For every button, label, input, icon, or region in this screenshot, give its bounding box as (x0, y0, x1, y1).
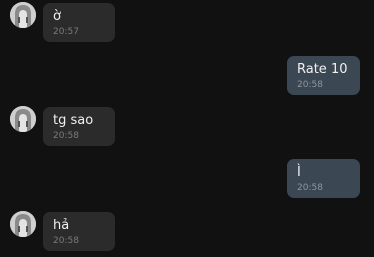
sender-avatar[interactable] (10, 2, 36, 28)
message-bubble-outgoing[interactable]: Ì 20:58 (287, 159, 360, 198)
message-timestamp: 20:58 (297, 183, 323, 193)
message-text: Rate 10 (297, 62, 348, 77)
sender-avatar[interactable] (10, 106, 36, 132)
message-timestamp: 20:58 (297, 80, 323, 90)
message-bubble-incoming[interactable]: hả 20:58 (43, 212, 115, 251)
message-bubble-incoming[interactable]: ờ 20:57 (43, 3, 115, 42)
message-timestamp: 20:58 (53, 236, 79, 246)
user-avatar-icon (10, 211, 36, 237)
message-text: tg sao (53, 113, 94, 128)
user-avatar-icon (10, 2, 36, 28)
message-timestamp: 20:58 (53, 131, 79, 141)
message-text: ờ (53, 9, 61, 24)
message-bubble-incoming[interactable]: tg sao 20:58 (43, 107, 115, 146)
message-timestamp: 20:57 (53, 27, 79, 37)
message-text: Ì (297, 165, 301, 180)
message-text: hả (53, 218, 70, 233)
user-avatar-icon (10, 106, 36, 132)
message-bubble-outgoing[interactable]: Rate 10 20:58 (287, 56, 360, 95)
sender-avatar[interactable] (10, 211, 36, 237)
